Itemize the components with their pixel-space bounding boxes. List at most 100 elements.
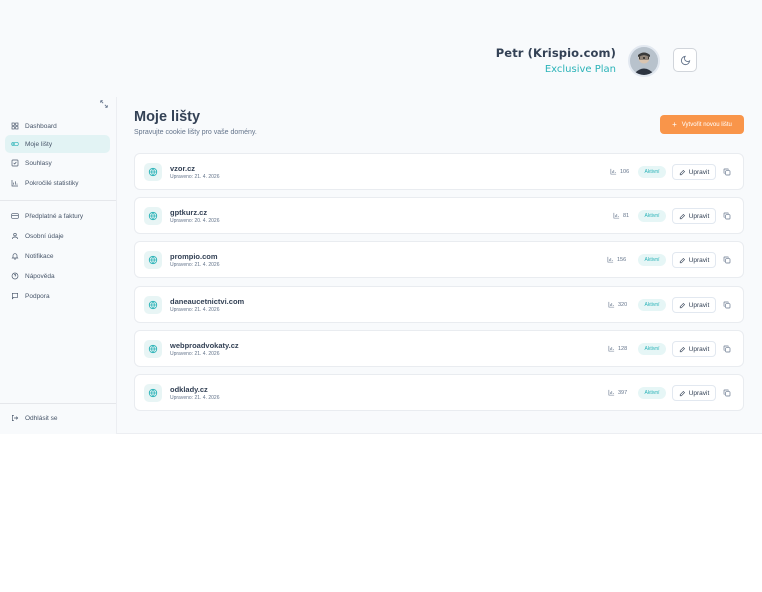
sidebar-item-notifikace[interactable]: Notifikace: [5, 247, 110, 265]
edit-button[interactable]: Upravit: [672, 164, 716, 180]
sidebar-item-osobni-udaje[interactable]: Osobní údaje: [5, 227, 110, 245]
edit-label: Upravit: [688, 301, 710, 309]
bell-icon: [11, 253, 19, 260]
page-title: Moje lišty: [134, 109, 201, 125]
sidebar-item-label: Moje lišty: [25, 140, 53, 148]
copy-icon[interactable]: [723, 168, 731, 176]
sidebar-divider: [0, 200, 116, 201]
credit-card-icon: [11, 213, 19, 219]
site-count: 81: [623, 212, 630, 219]
app-body: Dashboard Moje lišty Souhlasy Pokročilé …: [0, 97, 762, 434]
sidebar-item-predplatne[interactable]: Předplatné a faktury: [5, 207, 110, 225]
edit-label: Upravit: [688, 389, 710, 397]
site-card[interactable]: webproadvokaty.cz Upraveno: 21. 4. 2026 12…: [134, 330, 744, 367]
collapse-sidebar-icon[interactable]: [99, 99, 109, 109]
site-count: 320: [618, 301, 628, 308]
sidebar-item-label: Dashboard: [25, 122, 57, 130]
site-updated: Upraveno: 21. 4. 2026: [170, 351, 220, 357]
site-card[interactable]: gptkurz.cz Upraveno: 20. 4. 2026 81 Aktivní…: [134, 197, 744, 234]
sidebar-divider: [0, 403, 116, 404]
status-badge: Aktivní: [638, 387, 666, 399]
site-count: 106: [620, 168, 630, 175]
site-updated: Upraveno: 21. 4. 2026: [170, 174, 220, 180]
site-count: 128: [618, 345, 628, 352]
create-bar-button[interactable]: + Vytvořit novou lištu: [660, 115, 744, 134]
site-stats: 320: [608, 301, 627, 308]
sidebar-item-napoveda[interactable]: Nápověda: [5, 267, 110, 285]
bar-chart-icon: [608, 301, 615, 308]
sidebar-item-moje-listy[interactable]: Moje lišty: [5, 135, 110, 153]
sidebar-item-souhlasy[interactable]: Souhlasy: [5, 154, 110, 172]
site-domain: webproadvokaty.cz: [170, 341, 239, 350]
status-badge: Aktivní: [638, 299, 666, 311]
globe-icon: [144, 340, 162, 358]
site-card[interactable]: vzor.cz Upraveno: 21. 4. 2026 106 Aktivní Up…: [134, 153, 744, 190]
site-count: 156: [617, 256, 627, 263]
status-badge: Aktivní: [638, 254, 666, 266]
bar-chart-icon: [608, 345, 615, 352]
sidebar-item-label: Pokročilé statistiky: [25, 179, 79, 187]
sidebar-item-label: Notifikace: [25, 252, 54, 260]
toggle-icon: [11, 142, 19, 146]
globe-icon: [144, 207, 162, 225]
user-info: Petr (Krispio.com) Exclusive Plan: [496, 46, 616, 75]
user-icon: [12, 233, 18, 240]
site-stats: 81: [613, 212, 629, 219]
check-square-icon: [11, 159, 19, 167]
bar-chart-icon: [613, 212, 620, 219]
site-card[interactable]: odklady.cz Upraveno: 21. 4. 2026 397 Aktivn…: [134, 374, 744, 411]
site-count: 397: [618, 389, 628, 396]
edit-label: Upravit: [688, 256, 710, 264]
theme-toggle-button[interactable]: [673, 48, 697, 72]
site-card[interactable]: prompio.com Upraveno: 21. 4. 2026 156 Aktiv…: [134, 241, 744, 278]
pencil-icon: [679, 213, 685, 219]
edit-button[interactable]: Upravit: [672, 297, 716, 313]
sidebar-item-dashboard[interactable]: Dashboard: [5, 117, 110, 135]
site-card[interactable]: daneaucetnictvi.com Upraveno: 21. 4. 2026…: [134, 286, 744, 323]
site-domain: daneaucetnictvi.com: [170, 297, 245, 306]
edit-button[interactable]: Upravit: [672, 208, 716, 224]
edit-label: Upravit: [688, 212, 710, 220]
bar-chart-icon: [610, 168, 617, 175]
logout-button[interactable]: Odhlásit se: [5, 409, 110, 427]
sidebar-item-label: Předplatné a faktury: [25, 212, 84, 220]
moon-icon: [680, 55, 690, 65]
copy-icon[interactable]: [723, 301, 731, 309]
site-updated: Upraveno: 21. 4. 2026: [170, 262, 220, 268]
site-stats: 156: [607, 256, 626, 263]
sidebar-item-statistiky[interactable]: Pokročilé statistiky: [5, 174, 110, 192]
copy-icon[interactable]: [723, 345, 731, 353]
sidebar-item-label: Souhlasy: [25, 159, 52, 167]
site-updated: Upraveno: 21. 4. 2026: [170, 395, 220, 401]
user-name: Petr (Krispio.com): [495, 46, 616, 60]
sidebar: Dashboard Moje lišty Souhlasy Pokročilé …: [0, 97, 117, 434]
pencil-icon: [679, 302, 685, 308]
copy-icon[interactable]: [723, 256, 731, 264]
site-stats: 128: [608, 345, 627, 352]
site-stats: 397: [608, 389, 627, 396]
page-subtitle: Spravujte cookie lišty pro vaše domény.: [134, 129, 257, 136]
grid-icon: [11, 122, 19, 130]
logout-label: Odhlásit se: [25, 414, 58, 422]
edit-button[interactable]: Upravit: [672, 385, 716, 401]
site-domain: odklady.cz: [170, 385, 208, 394]
globe-icon: [144, 296, 162, 314]
status-badge: Aktivní: [638, 343, 666, 355]
sidebar-item-label: Osobní údaje: [25, 232, 64, 240]
edit-button[interactable]: Upravit: [672, 341, 716, 357]
globe-icon: [144, 163, 162, 181]
bar-chart-icon: [608, 389, 615, 396]
help-circle-icon: [11, 272, 19, 280]
user-plan: Exclusive Plan: [544, 64, 616, 75]
top-bar: Petr (Krispio.com) Exclusive Plan: [0, 0, 762, 100]
copy-icon[interactable]: [723, 389, 731, 397]
copy-icon[interactable]: [723, 212, 731, 220]
sidebar-item-podpora[interactable]: Podpora: [5, 287, 110, 305]
site-updated: Upraveno: 20. 4. 2026: [170, 218, 220, 224]
bar-chart-icon: [11, 180, 18, 187]
avatar[interactable]: [628, 45, 660, 77]
pencil-icon: [679, 390, 685, 396]
edit-button[interactable]: Upravit: [672, 252, 716, 268]
site-domain: gptkurz.cz: [170, 208, 208, 217]
main-content: Moje lišty Spravujte cookie lišty pro va…: [117, 97, 762, 434]
